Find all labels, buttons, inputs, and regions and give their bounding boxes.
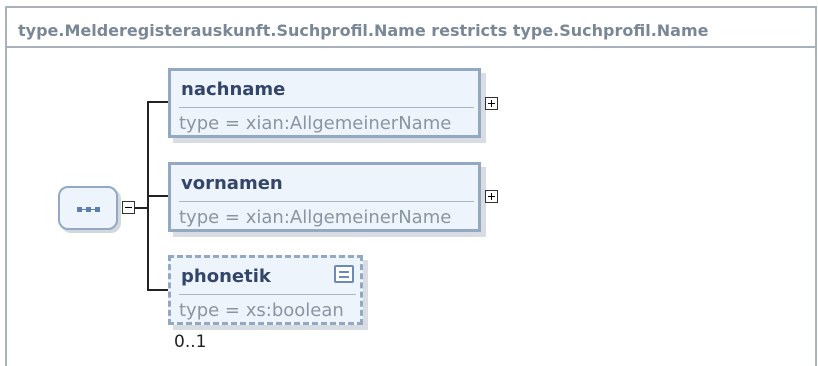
- connector: [147, 289, 169, 291]
- connector: [147, 101, 169, 103]
- expand-toggle[interactable]: [485, 97, 498, 110]
- documentation-icon: [334, 265, 354, 283]
- element-name: vornamen: [181, 173, 283, 194]
- title-divider: [7, 46, 815, 48]
- connector: [147, 195, 169, 197]
- element-type: type = xian:AllgemeinerName: [179, 207, 452, 228]
- element-phonetik[interactable]: phonetik type = xs:boolean: [168, 255, 363, 325]
- element-name: nachname: [181, 79, 286, 100]
- separator: [179, 201, 474, 202]
- element-type: type = xian:AllgemeinerName: [179, 113, 452, 134]
- separator: [179, 294, 356, 295]
- element-nachname[interactable]: nachname type = xian:AllgemeinerName: [168, 68, 481, 138]
- collapse-toggle[interactable]: [122, 201, 135, 214]
- element-vornamen[interactable]: vornamen type = xian:AllgemeinerName: [168, 162, 481, 232]
- element-type: type = xs:boolean: [179, 300, 344, 321]
- sequence-compositor[interactable]: [58, 186, 118, 230]
- diagram-title: type.Melderegisterauskunft.Suchprofil.Na…: [18, 21, 709, 40]
- element-name: phonetik: [181, 266, 271, 287]
- connector: [135, 207, 147, 209]
- occurrence-label: 0..1: [174, 332, 207, 352]
- separator: [179, 107, 474, 108]
- expand-toggle[interactable]: [485, 190, 498, 203]
